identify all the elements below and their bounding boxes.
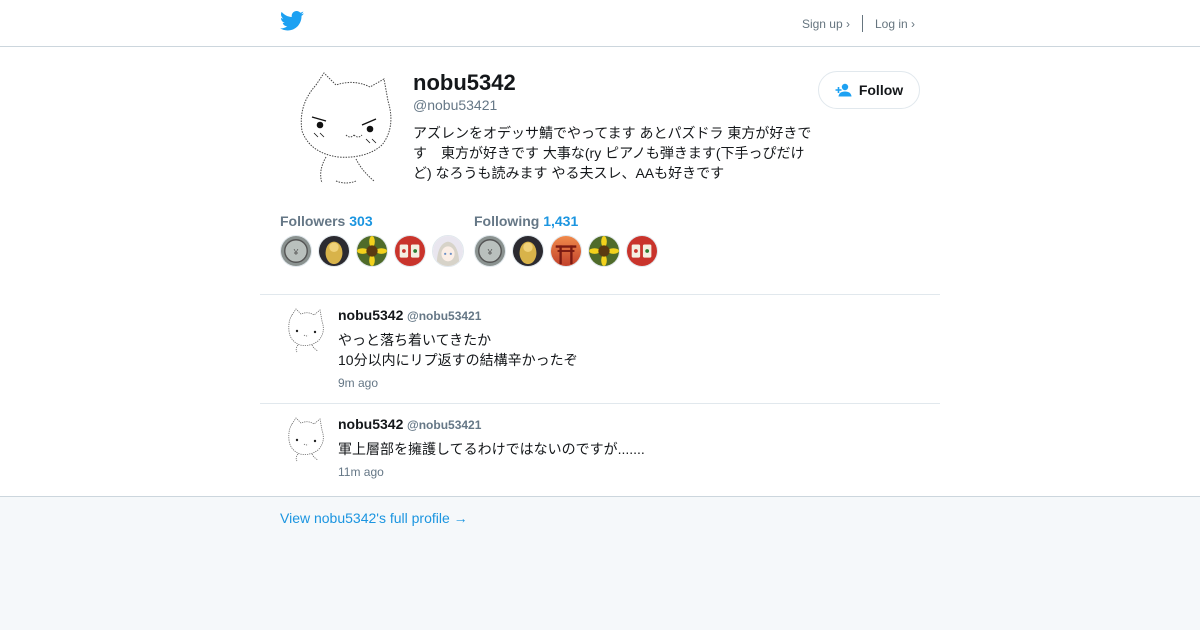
twitter-bird-icon[interactable] xyxy=(280,11,304,31)
tweet-author-handle: @nobu53421 xyxy=(407,309,482,323)
add-user-icon xyxy=(835,83,852,97)
following-label: Following xyxy=(474,213,540,229)
tweet-author-name: nobu5342 xyxy=(338,307,404,323)
sunflower-avatar[interactable] xyxy=(588,235,620,267)
tweet-author-name: nobu5342 xyxy=(338,416,404,432)
profile-bio: アズレンをオデッサ鯖でやってます あとパズドラ 東方が好きです 東方が好きです … xyxy=(413,125,812,181)
profile-name: nobu5342 xyxy=(413,70,516,95)
svg-text:¥: ¥ xyxy=(487,247,493,257)
svg-text:¥: ¥ xyxy=(293,247,299,257)
top-bar: Sign up › Log in › xyxy=(0,0,1200,47)
profile-avatar[interactable] xyxy=(296,71,394,186)
mahjong-tile-avatar[interactable] xyxy=(626,235,658,267)
tweet-timestamp[interactable]: 11m ago xyxy=(338,465,384,479)
auth-nav: Sign up › Log in › xyxy=(802,15,915,32)
sunflower-avatar[interactable] xyxy=(356,235,388,267)
gold-statue-avatar[interactable] xyxy=(318,235,350,267)
following-count: 1,431 xyxy=(543,213,579,229)
torii-gate-avatar[interactable] xyxy=(550,235,582,267)
coin-avatar[interactable]: ¥ xyxy=(280,235,312,267)
nav-divider xyxy=(861,15,863,32)
full-profile-link[interactable]: View nobu5342's full profile → xyxy=(280,510,468,526)
profile-card: nobu5342 @nobu53421 アズレンをオデッサ鯖でやってます あとパ… xyxy=(0,47,1200,497)
following-stat[interactable]: Following 1,431 xyxy=(474,213,578,229)
followers-stat[interactable]: Followers 303 xyxy=(280,213,373,229)
following-avatars: ¥ xyxy=(474,235,664,267)
tweet-item[interactable]: nobu5342 @nobu53421 やっと落ち着いてきたか 10分以内にリプ… xyxy=(260,295,940,403)
tweet-avatar[interactable] xyxy=(286,307,326,353)
follow-label: Follow xyxy=(858,82,904,98)
login-link[interactable]: Log in › xyxy=(875,17,915,31)
profile-handle: @nobu53421 xyxy=(413,97,498,113)
coin-avatar[interactable]: ¥ xyxy=(474,235,506,267)
gold-statue-avatar[interactable] xyxy=(512,235,544,267)
tweet-author-handle: @nobu53421 xyxy=(407,418,482,432)
tweet-item[interactable]: nobu5342 @nobu53421 軍上層部を擁護してるわけではないのですが… xyxy=(260,404,940,496)
followers-label: Followers xyxy=(280,213,346,229)
tweet-timestamp[interactable]: 9m ago xyxy=(338,376,378,390)
tweet-text: やっと落ち着いてきたか 10分以内にリプ返すの結構辛かったぞ xyxy=(338,332,578,368)
signup-link[interactable]: Sign up › xyxy=(802,17,850,31)
follow-button[interactable]: Follow xyxy=(818,71,920,109)
tweet-text: 軍上層部を擁護してるわけではないのですが....... xyxy=(338,441,645,457)
followers-count: 303 xyxy=(349,213,373,229)
anime-girl-avatar[interactable] xyxy=(432,235,464,267)
tweet-avatar[interactable] xyxy=(286,416,326,462)
followers-avatars: ¥ xyxy=(280,235,470,267)
mahjong-tile-avatar[interactable] xyxy=(394,235,426,267)
